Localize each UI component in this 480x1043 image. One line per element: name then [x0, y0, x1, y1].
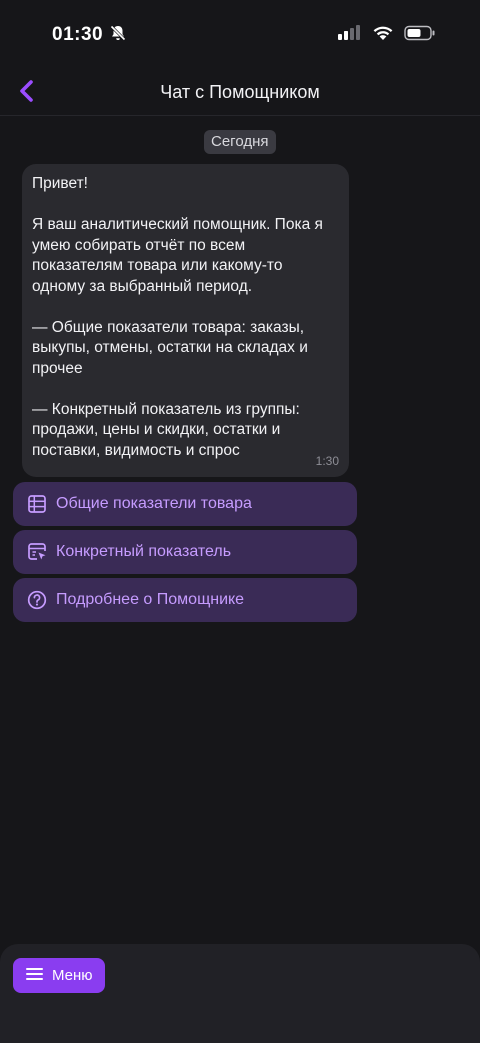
- menu-button[interactable]: Меню: [13, 958, 105, 993]
- specific-metric-label: Конкретный показатель: [56, 543, 232, 560]
- message-paragraph: — Общие показатели товара: заказы, выкуп…: [32, 318, 308, 377]
- battery-icon: [404, 25, 436, 46]
- chat-header: Чат с Помощником: [0, 70, 480, 116]
- about-assistant-button[interactable]: Подробнее о Помощнике: [13, 578, 357, 622]
- status-bar: 01:30: [0, 0, 480, 70]
- status-icons: [338, 24, 436, 46]
- general-metrics-button[interactable]: Общие показатели товара: [13, 482, 357, 526]
- message-timestamp: 1:30: [315, 453, 339, 468]
- status-time-group: 01:30: [52, 24, 127, 47]
- bell-muted-icon: [109, 24, 127, 47]
- back-button[interactable]: [12, 78, 42, 108]
- assistant-message-bubble: Привет! Я ваш аналитический помощник. По…: [22, 164, 349, 477]
- page-title: Чат с Помощником: [160, 82, 320, 102]
- general-metrics-label: Общие показатели товара: [56, 495, 252, 512]
- chart-cursor-icon: [27, 542, 47, 562]
- specific-metric-button[interactable]: Конкретный показатель: [13, 530, 357, 574]
- table-icon: [27, 494, 47, 514]
- message-paragraph: — Конкретный показатель из группы: прода…: [32, 400, 300, 459]
- about-assistant-label: Подробнее о Помощнике: [56, 591, 245, 608]
- question-circle-icon: [27, 590, 47, 610]
- bottom-bar: Меню: [0, 944, 480, 1043]
- message-paragraph: Привет!: [32, 175, 88, 192]
- menu-label: Меню: [52, 967, 93, 984]
- status-time: 01:30: [52, 24, 104, 45]
- message-paragraph: Я ваш аналитический помощник. Пока я уме…: [32, 216, 323, 295]
- chat-screen: 01:30 Чат с Помощником Сегодня Привет! Я…: [0, 0, 480, 1043]
- signal-icon: [338, 24, 362, 46]
- chevron-left-icon: [18, 79, 36, 108]
- wifi-icon: [372, 25, 394, 46]
- date-separator: Сегодня: [204, 130, 276, 154]
- hamburger-icon: [26, 967, 43, 985]
